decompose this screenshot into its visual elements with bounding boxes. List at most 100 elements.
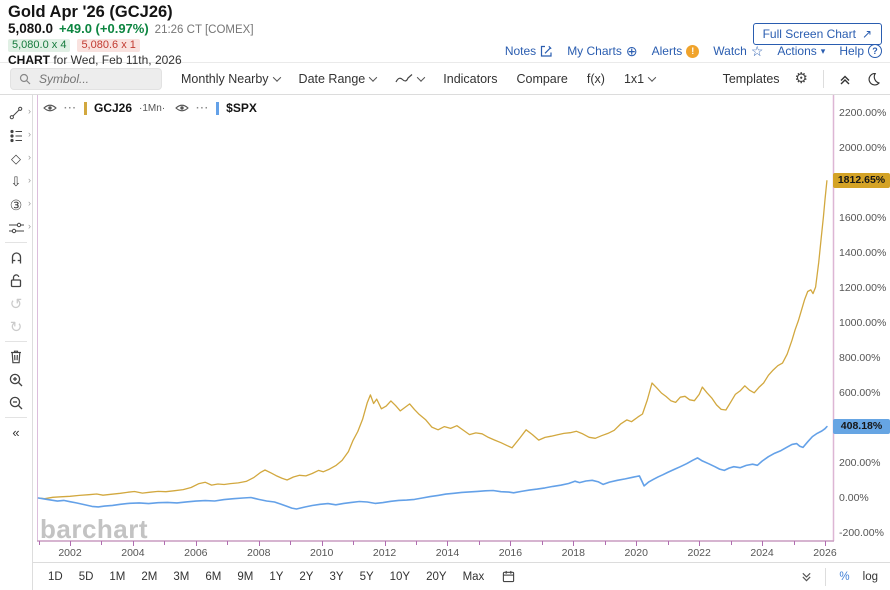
x-axis-minor-tick	[668, 541, 669, 545]
series-symbol[interactable]: GCJ26	[94, 101, 132, 115]
x-axis-minor-tick	[542, 541, 543, 545]
eye-visibility-icon[interactable]	[43, 103, 57, 113]
chart-toolbar: Monthly Nearby Date Range Indicators Com…	[0, 63, 890, 95]
price-row: 5,080.0 +49.0 (+0.97%) 21:26 CT [COMEX]	[8, 22, 882, 37]
range-button-9m[interactable]: 9M	[237, 571, 253, 583]
x-axis-tick-label: 2018	[562, 547, 585, 559]
tool-expand-chevron[interactable]: ›	[28, 176, 31, 185]
tool-expand-chevron[interactable]: ›	[28, 153, 31, 162]
gcj26-line-series[interactable]	[39, 181, 827, 499]
quick-links: Notes My Charts ⊕ Alerts ! Watch ☆ Actio…	[505, 44, 882, 58]
settings-button[interactable]: ⚙	[795, 71, 808, 86]
tool-expand-chevron[interactable]: ›	[28, 199, 31, 208]
measure-tool[interactable]: ›	[0, 216, 32, 239]
range-button-2m[interactable]: 2M	[141, 571, 157, 583]
magnet-mode-tool[interactable]	[0, 246, 32, 269]
date-range-label: Date Range	[299, 72, 366, 86]
help-link[interactable]: Help ?	[839, 44, 882, 58]
dark-mode-toggle[interactable]	[866, 72, 880, 86]
chart-type-dropdown[interactable]	[395, 73, 424, 85]
fibonacci-tool[interactable]: ›	[0, 124, 32, 147]
series-menu-dots[interactable]: ···	[196, 103, 209, 114]
double-chevron-left-icon: «	[12, 425, 19, 440]
tool-expand-chevron[interactable]: ›	[28, 107, 31, 116]
notes-link[interactable]: Notes	[505, 44, 553, 58]
series-symbol[interactable]: $SPX	[226, 101, 257, 115]
double-chevron-down-icon[interactable]	[801, 571, 812, 582]
y-axis-tick-label: 600.00%	[839, 387, 880, 399]
templates-button[interactable]: Templates	[723, 72, 780, 86]
chart-column: ··· GCJ26 ·1Mn· ··· $SPX barchart 200220…	[33, 95, 890, 590]
zoom-out-button[interactable]	[0, 391, 32, 414]
range-button-20y[interactable]: 20Y	[426, 571, 446, 583]
indicators-button[interactable]: Indicators	[443, 72, 497, 86]
chevron-down-icon	[369, 73, 377, 81]
calendar-icon[interactable]	[502, 570, 515, 583]
symbol-search-input[interactable]	[37, 71, 153, 87]
series-period: ·1Mn·	[139, 103, 165, 114]
shapes-tool[interactable]: ◇ ›	[0, 147, 32, 170]
functions-button[interactable]: f(x)	[587, 72, 605, 86]
layout-dropdown[interactable]: 1x1	[624, 72, 655, 86]
compare-button[interactable]: Compare	[516, 72, 567, 86]
chart-label: CHART	[8, 53, 50, 67]
range-button-5y[interactable]: 5Y	[360, 571, 374, 583]
tool-expand-chevron[interactable]: ›	[28, 222, 31, 231]
lock-drawings-tool[interactable]	[0, 269, 32, 292]
search-icon	[19, 73, 31, 85]
undo-button[interactable]: ↺	[0, 292, 32, 315]
date-range-dropdown[interactable]: Date Range	[299, 72, 377, 86]
symbol-search-box[interactable]	[10, 68, 162, 90]
range-button-3m[interactable]: 3M	[173, 571, 189, 583]
my-charts-link[interactable]: My Charts ⊕	[567, 44, 637, 58]
trendline-tool[interactable]: ›	[0, 101, 32, 124]
range-button-10y[interactable]: 10Y	[390, 571, 410, 583]
y-axis-price-scale[interactable]: 2200.00%2000.00%1600.00%1400.00%1200.00%…	[834, 95, 890, 541]
range-button-3y[interactable]: 3Y	[329, 571, 343, 583]
collapse-toolbar-button[interactable]	[839, 73, 851, 85]
bid-chip: 5,080.0 x 4	[8, 39, 70, 52]
x-axis-tick-label: 2006	[184, 547, 207, 559]
last-value-badge: 408.18%	[833, 419, 890, 434]
log-scale-toggle[interactable]: log	[863, 571, 878, 583]
x-axis-tick-label: 2026	[813, 547, 836, 559]
range-button-2y[interactable]: 2Y	[299, 571, 313, 583]
wave-count-tool[interactable]: ③ ›	[0, 193, 32, 216]
watch-link[interactable]: Watch ☆	[713, 44, 763, 58]
quote-header: Gold Apr '26 (GCJ26) 5,080.0 +49.0 (+0.9…	[0, 0, 890, 63]
notes-label: Notes	[505, 44, 536, 58]
y-axis-tick-label: -200.00%	[839, 527, 884, 539]
full-screen-chart-button[interactable]: Full Screen Chart ↗	[753, 23, 882, 45]
frequency-dropdown[interactable]: Monthly Nearby	[181, 72, 280, 86]
range-button-1d[interactable]: 1D	[48, 571, 63, 583]
range-button-5d[interactable]: 5D	[79, 571, 94, 583]
x-axis-tick-label: 2008	[247, 547, 270, 559]
zoom-in-button[interactable]	[0, 368, 32, 391]
spx-line-series[interactable]	[39, 427, 827, 509]
eye-visibility-icon[interactable]	[175, 103, 189, 113]
range-button-1y[interactable]: 1Y	[269, 571, 283, 583]
collapse-sidebar-button[interactable]: «	[0, 421, 32, 444]
series-menu-dots[interactable]: ···	[64, 103, 77, 114]
tool-expand-chevron[interactable]: ›	[28, 130, 31, 139]
chart-plot[interactable]	[33, 95, 890, 562]
annotation-arrow-tool[interactable]: ⇩ ›	[0, 170, 32, 193]
range-button-1m[interactable]: 1M	[109, 571, 125, 583]
chart-for-date: for Wed, Feb 11th, 2026	[53, 53, 181, 67]
x-axis-tick-label: 2004	[121, 547, 144, 559]
caret-down-icon: ▾	[821, 46, 826, 57]
delete-drawings-button[interactable]	[0, 345, 32, 368]
price-change: +49.0 (+0.97%)	[59, 22, 149, 36]
range-button-max[interactable]: Max	[463, 571, 485, 583]
x-axis-minor-tick	[353, 541, 354, 545]
alerts-link[interactable]: Alerts !	[652, 44, 700, 58]
drawing-tools-sidebar: › › ◇ › ⇩ › ③ › ›	[0, 95, 33, 590]
range-button-6m[interactable]: 6M	[205, 571, 221, 583]
redo-button[interactable]: ↻	[0, 315, 32, 338]
actions-menu[interactable]: Actions ▾	[777, 44, 825, 58]
x-axis-tick	[573, 541, 574, 546]
y-axis-tick-label: 0.00%	[839, 492, 869, 504]
x-axis-tick	[385, 541, 386, 546]
gear-icon: ⚙	[795, 71, 808, 86]
percent-scale-toggle[interactable]: %	[839, 571, 849, 583]
